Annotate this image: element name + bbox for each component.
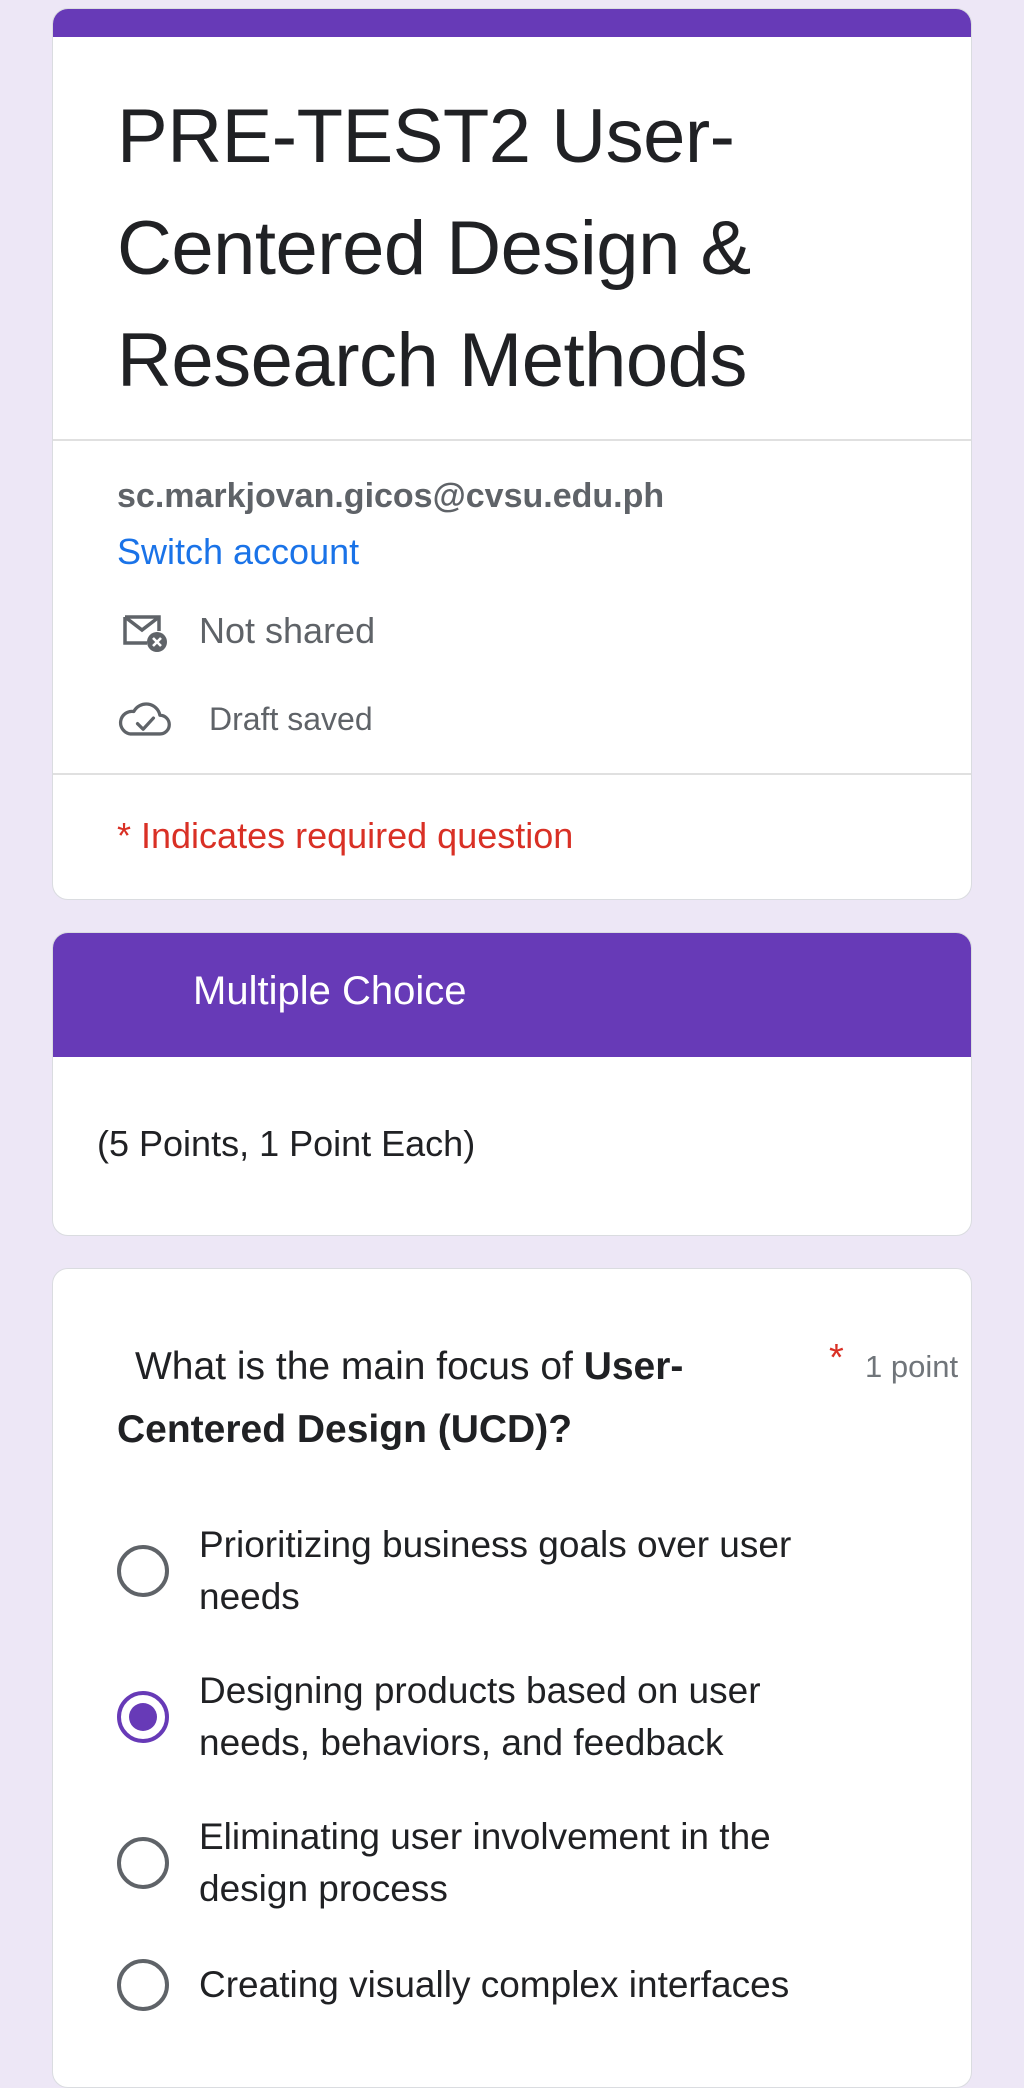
option-1[interactable]: Designing products based on user needs, … xyxy=(117,1665,937,1769)
switch-account-link[interactable]: Switch account xyxy=(117,531,359,573)
required-notice: * Indicates required question xyxy=(117,815,574,856)
radio-button[interactable] xyxy=(117,1691,169,1743)
required-asterisk: * xyxy=(829,1337,844,1379)
option-2[interactable]: Eliminating user involvement in the desi… xyxy=(117,1811,937,1915)
draft-saved-label: Draft saved xyxy=(209,700,373,737)
section-title: Multiple Choice xyxy=(193,969,467,1013)
radio-button[interactable] xyxy=(117,1837,169,1889)
section-card: Multiple Choice (5 Points, 1 Point Each) xyxy=(52,932,972,1236)
not-shared-label: Not shared xyxy=(199,610,376,651)
section-header: Multiple Choice xyxy=(53,933,971,1057)
mail-x-icon xyxy=(117,603,173,659)
question-text: What is the main focus of User-Centered … xyxy=(117,1335,757,1461)
radio-button[interactable] xyxy=(117,1959,169,2011)
draft-saved-row: Draft saved xyxy=(117,691,373,747)
option-0[interactable]: Prioritizing business goals over user ne… xyxy=(117,1519,937,1623)
cloud-check-icon xyxy=(117,691,173,747)
option-label: Creating visually complex interfaces xyxy=(199,1964,790,2005)
account-email: sc.markjovan.gicos@cvsu.edu.ph xyxy=(117,477,665,515)
question-text-prefix: What is the main focus of xyxy=(135,1345,584,1388)
not-shared-row: Not shared xyxy=(117,603,375,659)
form-title: PRE-TEST2 User-Centered Design & Researc… xyxy=(117,94,751,403)
form-header-card: PRE-TEST2 User-Centered Design & Researc… xyxy=(52,8,972,900)
points-label: 1 point xyxy=(865,1349,959,1384)
question-card: What is the main focus of User-Centered … xyxy=(52,1268,972,2088)
divider xyxy=(53,439,971,441)
section-description: (5 Points, 1 Point Each) xyxy=(97,1123,476,1164)
option-label: Eliminating user involvement in the desi… xyxy=(199,1816,771,1909)
option-label: Designing products based on user needs, … xyxy=(199,1670,761,1763)
option-3[interactable]: Creating visually complex interfaces xyxy=(117,1959,937,2011)
accent-bar xyxy=(53,9,971,37)
option-label: Prioritizing business goals over user ne… xyxy=(199,1524,792,1617)
radio-button[interactable] xyxy=(117,1545,169,1597)
divider xyxy=(53,773,971,775)
